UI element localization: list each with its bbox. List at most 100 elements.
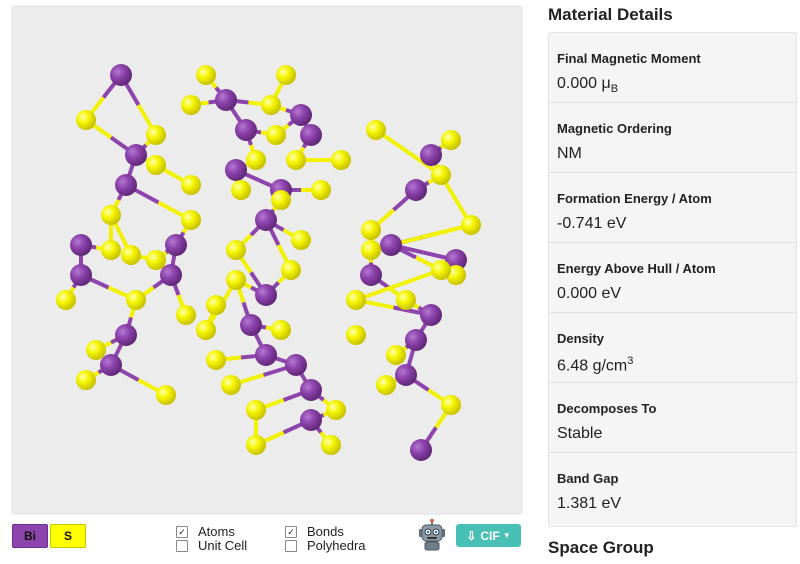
atom-bi bbox=[115, 174, 137, 196]
atom-bi bbox=[290, 104, 312, 126]
atom-bi bbox=[395, 364, 417, 386]
atom-s bbox=[146, 125, 166, 145]
atom-bi bbox=[115, 324, 137, 346]
crystal-structure-render[interactable] bbox=[11, 5, 523, 515]
viewer-controls: Bi S ✓ Atoms Unit Cell ✓ Bonds Polyhedra… bbox=[0, 518, 540, 564]
atom-s bbox=[156, 385, 176, 405]
atom-bi bbox=[405, 329, 427, 351]
prop-value: 1.381 eV bbox=[557, 495, 622, 512]
material-details-panel: Material Details Final Magnetic Moment 0… bbox=[548, 0, 797, 564]
prop-label: Magnetic Ordering bbox=[557, 121, 672, 136]
atom-bi bbox=[255, 209, 277, 231]
atom-s bbox=[431, 260, 451, 280]
atom-s bbox=[146, 250, 166, 270]
prop-label: Final Magnetic Moment bbox=[557, 51, 701, 66]
atom-s bbox=[181, 175, 201, 195]
atom-bi bbox=[300, 409, 322, 431]
atom-s bbox=[146, 155, 166, 175]
atom-s bbox=[121, 245, 141, 265]
atom-s bbox=[181, 95, 201, 115]
atom-s bbox=[76, 110, 96, 130]
prop-value: Stable bbox=[557, 425, 603, 442]
atom-s bbox=[226, 240, 246, 260]
prop-value: 0.000 eV bbox=[557, 285, 622, 302]
prop-label: Formation Energy / Atom bbox=[557, 191, 712, 206]
atom-bi bbox=[300, 379, 322, 401]
bonds-checkbox[interactable]: ✓ bbox=[285, 525, 297, 538]
section-title: Material Details bbox=[548, 5, 673, 24]
atoms-checkbox[interactable]: ✓ bbox=[176, 525, 188, 538]
atom-bi bbox=[240, 314, 262, 336]
atom-s bbox=[231, 180, 251, 200]
prop-band-gap: Band Gap 1.381 eV bbox=[549, 453, 796, 523]
atom-bi bbox=[215, 89, 237, 111]
space-group-title: Space Group bbox=[548, 538, 654, 557]
atom-s bbox=[126, 290, 146, 310]
polyhedra-checkbox[interactable] bbox=[285, 539, 297, 552]
prop-energy-above-hull: Energy Above Hull / Atom 0.000 eV bbox=[549, 243, 796, 313]
atom-bi bbox=[380, 234, 402, 256]
atom-s bbox=[311, 180, 331, 200]
prop-magnetic-ordering: Magnetic Ordering NM bbox=[549, 103, 796, 173]
atom-s bbox=[291, 230, 311, 250]
atom-s bbox=[56, 290, 76, 310]
atom-s bbox=[276, 65, 296, 85]
prop-final-magnetic-moment: Final Magnetic Moment 0.000 μB bbox=[549, 33, 796, 103]
unit-cell-checkbox[interactable] bbox=[176, 539, 188, 552]
legend-bi[interactable]: Bi bbox=[12, 524, 48, 548]
atom-s bbox=[176, 305, 196, 325]
download-icon: ⇩ bbox=[466, 528, 477, 543]
atom-s bbox=[321, 435, 341, 455]
atom-s bbox=[271, 320, 291, 340]
atom-bi bbox=[420, 144, 442, 166]
atom-s bbox=[441, 395, 461, 415]
cif-label: CIF bbox=[480, 528, 500, 543]
atom-s bbox=[326, 400, 346, 420]
prop-value: 0.000 μB bbox=[557, 75, 619, 96]
legend-s[interactable]: S bbox=[50, 524, 86, 548]
cif-download-button[interactable]: ⇩ CIF ▼ bbox=[456, 524, 521, 547]
atom-s bbox=[246, 150, 266, 170]
chevron-down-icon: ▼ bbox=[502, 531, 511, 540]
prop-label: Band Gap bbox=[557, 471, 619, 486]
atom-s bbox=[261, 95, 281, 115]
atom-s bbox=[271, 190, 291, 210]
atom-bi bbox=[235, 119, 257, 141]
atom-s bbox=[281, 260, 301, 280]
atom-s bbox=[386, 345, 406, 365]
atom-bi bbox=[100, 354, 122, 376]
atom-s bbox=[206, 295, 226, 315]
atom-s bbox=[206, 350, 226, 370]
atom-s bbox=[346, 290, 366, 310]
atom-bi bbox=[160, 264, 182, 286]
prop-label: Decomposes To bbox=[557, 401, 657, 416]
atom-s bbox=[376, 375, 396, 395]
structure-viewer[interactable] bbox=[11, 5, 523, 515]
atom-bi bbox=[225, 159, 247, 181]
atom-s bbox=[431, 165, 451, 185]
properties-card: Final Magnetic Moment 0.000 μB Magnetic … bbox=[548, 32, 797, 527]
toggle-atoms[interactable]: ✓ Atoms bbox=[176, 524, 235, 539]
toggle-bonds[interactable]: ✓ Bonds bbox=[285, 524, 344, 539]
bonds-label: Bonds bbox=[307, 524, 344, 539]
atom-s bbox=[196, 320, 216, 340]
prop-value: -0.741 eV bbox=[557, 215, 627, 232]
toggle-polyhedra[interactable]: Polyhedra bbox=[285, 538, 366, 553]
robot-icon[interactable] bbox=[418, 518, 446, 552]
atom-s bbox=[181, 210, 201, 230]
atom-s bbox=[331, 150, 351, 170]
unit-cell-label: Unit Cell bbox=[198, 538, 248, 553]
prop-value: NM bbox=[557, 145, 582, 162]
atom-s bbox=[286, 150, 306, 170]
atom-s bbox=[101, 205, 121, 225]
atom-s bbox=[196, 65, 216, 85]
prop-density: Density 6.48 g/cm3 bbox=[549, 313, 796, 383]
polyhedra-label: Polyhedra bbox=[307, 538, 366, 553]
atom-s bbox=[396, 290, 416, 310]
atom-s bbox=[246, 400, 266, 420]
atom-bi bbox=[300, 124, 322, 146]
atoms-layer bbox=[56, 64, 481, 461]
toggle-unit-cell[interactable]: Unit Cell bbox=[176, 538, 247, 553]
atom-s bbox=[76, 370, 96, 390]
atom-s bbox=[101, 240, 121, 260]
